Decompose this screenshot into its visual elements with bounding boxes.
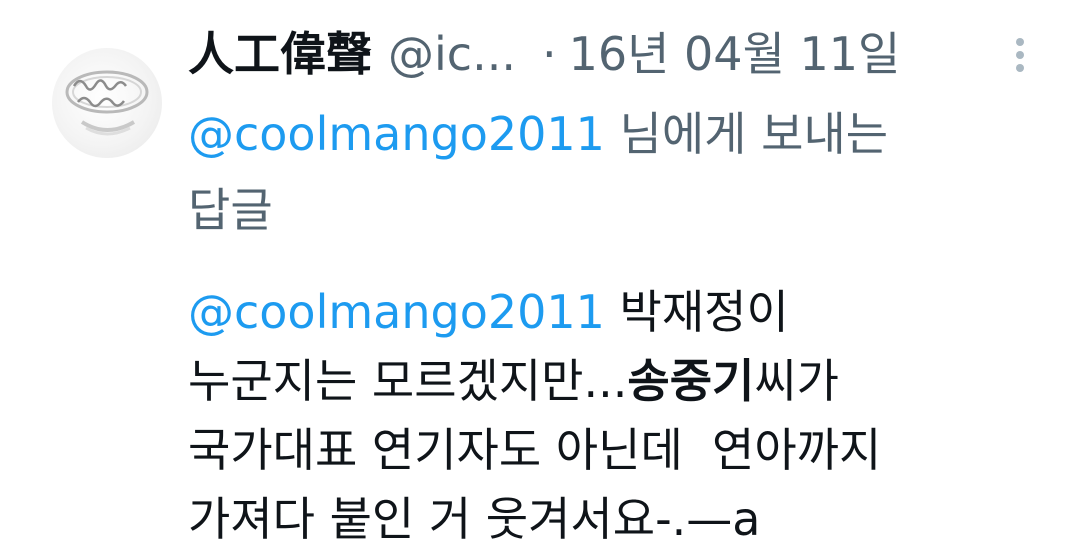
ring-icon — [65, 70, 149, 136]
body-line4: 가져다 붙인 거 웃겨서요-.—a — [188, 492, 761, 546]
tweet[interactable]: 人工偉聲 @ic... · 16년 04월 11일 @coolmango2011… — [0, 0, 1080, 554]
separator-dot: · — [541, 27, 557, 81]
more-dot-2 — [1016, 51, 1024, 59]
tweet-content: 人工偉聲 @ic... · 16년 04월 11일 @coolmango2011… — [188, 18, 1008, 554]
body-line2-part1: 누군지는 모르겠지만... — [188, 354, 628, 408]
reply-to-suffix: 님에게 보내는 — [604, 107, 889, 161]
tweet-date[interactable]: 16년 04월 11일 — [569, 18, 901, 84]
body-bold-name: 송중기 — [627, 354, 755, 408]
body-mention[interactable]: @coolmango2011 — [188, 285, 605, 339]
reply-to-suffix-line2: 답글 — [188, 183, 273, 237]
body-line3: 국가대표 연기자도 아닌데 연아까지 — [188, 423, 882, 477]
avatar[interactable] — [52, 48, 162, 158]
more-dot-1 — [1016, 38, 1024, 46]
reply-to-mention[interactable]: @coolmango2011 — [188, 107, 605, 161]
more-dot-3 — [1016, 64, 1024, 72]
body-line1-text: 박재정이 — [604, 285, 789, 339]
tweet-text: @coolmango2011 박재정이 누군지는 모르겠지만...송중기씨가 국… — [188, 278, 1008, 554]
body-line2-part2: 씨가 — [754, 354, 839, 408]
display-name[interactable]: 人工偉聲 — [188, 18, 372, 84]
user-handle[interactable]: @ic... — [388, 27, 516, 81]
reply-context: @coolmango2011 님에게 보내는 답글 — [188, 96, 1008, 248]
tweet-header: 人工偉聲 @ic... · 16년 04월 11일 — [188, 18, 1008, 90]
more-vertical-icon[interactable] — [1012, 38, 1028, 78]
